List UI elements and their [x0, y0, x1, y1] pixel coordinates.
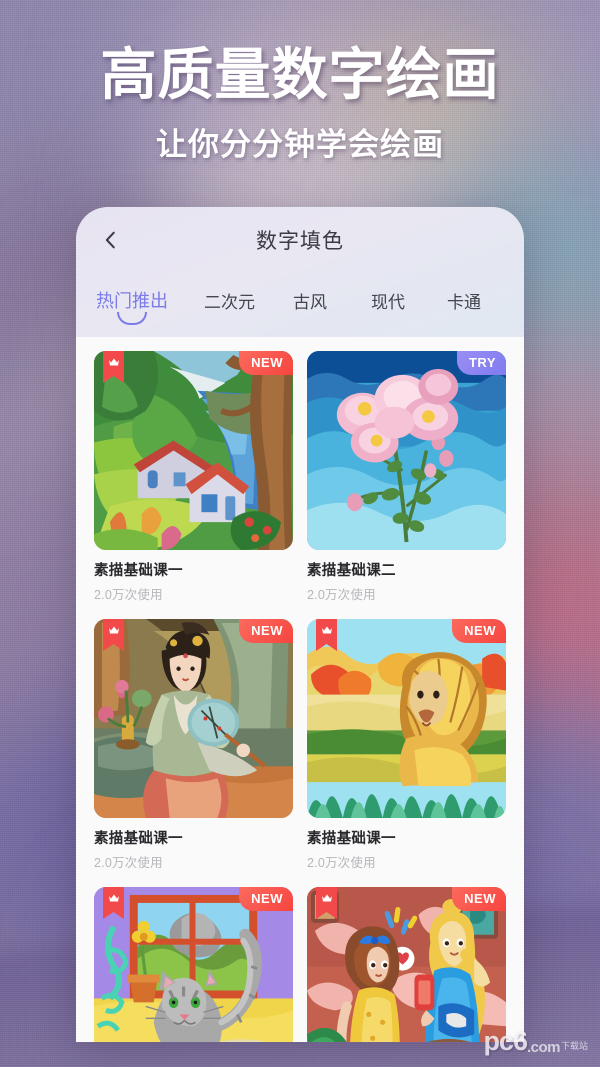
artwork-thumbnail[interactable]: NEW — [94, 887, 293, 1042]
artwork-thumbnail[interactable]: NEW — [307, 887, 506, 1042]
artwork-thumbnail[interactable]: TRY — [307, 351, 506, 550]
artwork-card[interactable]: TRY 素描基础课二 2.0万次使用 — [307, 351, 506, 615]
watermark-domain: .com — [526, 1039, 561, 1056]
status-badge: NEW — [452, 887, 506, 911]
site-watermark: pc6 .com 下载站 — [483, 1026, 588, 1056]
chevron-left-icon — [105, 231, 115, 249]
app-header: 数字填色 热门推出 二次元 古风 现代 卡通 — [76, 207, 524, 337]
artwork-usage-count: 2.0万次使用 — [94, 588, 163, 602]
artwork-title: 素描基础课一 — [94, 563, 183, 579]
crown-icon — [321, 626, 332, 634]
tab-label: 热门推出 — [96, 291, 168, 311]
phone-mockup: 数字填色 热门推出 二次元 古风 现代 卡通 NEW 素描基础课一 2.0万次使… — [76, 207, 524, 1042]
artwork-thumbnail[interactable]: NEW — [94, 351, 293, 550]
watermark-brand: pc6 — [483, 1026, 528, 1056]
tab-classical[interactable]: 古风 — [293, 288, 327, 327]
page-title: 数字填色 — [256, 230, 344, 253]
status-badge: NEW — [452, 619, 506, 643]
artwork-title: 素描基础课一 — [94, 831, 183, 847]
artwork-thumbnail[interactable]: NEW — [307, 619, 506, 818]
crown-icon — [321, 894, 332, 902]
artwork-title: 素描基础课一 — [307, 831, 396, 847]
artwork-card[interactable]: NEW 素描基础课一 2.0万次使用 — [307, 619, 506, 883]
tab-label: 现代 — [371, 293, 405, 312]
tab-label: 二次元 — [204, 293, 255, 312]
artwork-grid: NEW 素描基础课一 2.0万次使用 TRY 素描基础课二 2.0万次使用 NE… — [94, 351, 506, 1042]
category-tabs: 热门推出 二次元 古风 现代 卡通 — [76, 273, 524, 331]
tab-modern[interactable]: 现代 — [371, 288, 405, 327]
artwork-card[interactable]: NEW 素描基础课一 2.0万次使用 — [307, 887, 506, 1042]
crown-icon — [108, 894, 119, 902]
artwork-list: NEW 素描基础课一 2.0万次使用 TRY 素描基础课二 2.0万次使用 NE… — [76, 337, 524, 1042]
tab-label: 古风 — [293, 293, 327, 312]
artwork-usage-count: 2.0万次使用 — [94, 856, 163, 870]
pink-roses-blue-sky-artwork — [307, 351, 506, 550]
navigation-bar: 数字填色 — [76, 207, 524, 273]
artwork-card[interactable]: NEW 素描基础课一 2.0万次使用 — [94, 351, 293, 615]
status-badge: TRY — [456, 351, 506, 375]
crown-icon — [108, 626, 119, 634]
tab-hot[interactable]: 热门推出 — [96, 287, 168, 327]
status-badge: NEW — [239, 351, 293, 375]
tab-label: 卡通 — [447, 293, 481, 312]
artwork-usage-count: 2.0万次使用 — [307, 856, 376, 870]
tab-cartoon[interactable]: 卡通 — [447, 288, 481, 327]
artwork-card[interactable]: NEW 素描基础课一 2.0万次使用 — [94, 887, 293, 1042]
status-badge: NEW — [239, 887, 293, 911]
status-badge: NEW — [239, 619, 293, 643]
watermark-chinese-label: 下载站 — [560, 1041, 588, 1051]
crown-icon — [108, 358, 119, 366]
artwork-usage-count: 2.0万次使用 — [307, 588, 376, 602]
promo-headline: 高质量数字绘画 — [100, 43, 500, 106]
promo-subheadline: 让你分分钟学会绘画 — [156, 127, 444, 163]
artwork-thumbnail[interactable]: NEW — [94, 619, 293, 818]
artwork-title: 素描基础课二 — [307, 563, 396, 579]
tab-active-underline — [117, 312, 147, 325]
back-button[interactable] — [94, 223, 128, 257]
promo-text-block: 高质量数字绘画 让你分分钟学会绘画 — [0, 46, 600, 164]
tab-anime[interactable]: 二次元 — [204, 288, 255, 327]
artwork-card[interactable]: NEW 素描基础课一 2.0万次使用 — [94, 619, 293, 883]
